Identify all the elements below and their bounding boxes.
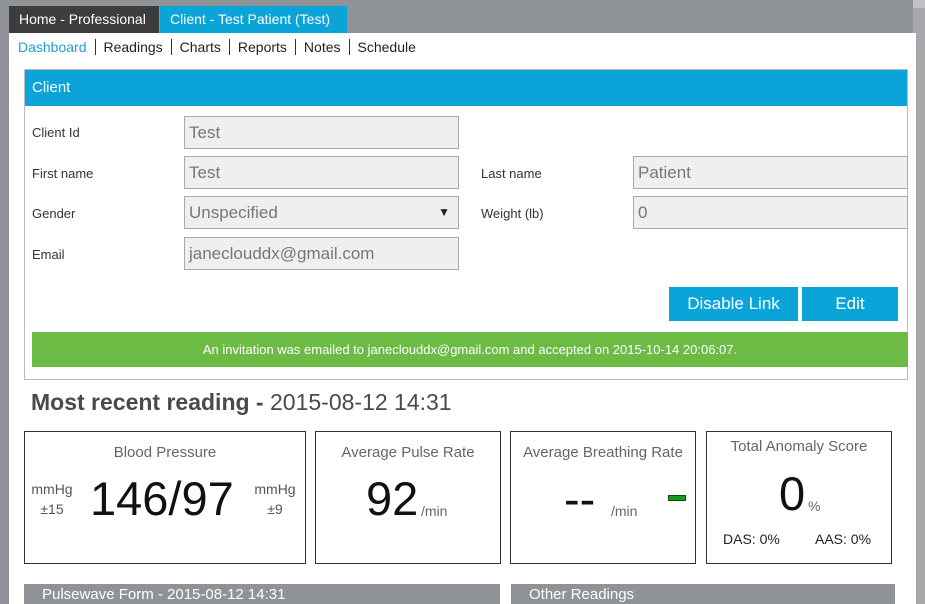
diastolic-tolerance: ±9	[267, 501, 283, 517]
client-id-label: Client Id	[32, 125, 80, 140]
systolic-tolerance: ±15	[40, 501, 64, 517]
top-tab-bar: Home - Professional Client - Test Patien…	[0, 0, 925, 34]
invitation-notice: An invitation was emailed to janeclouddx…	[32, 332, 908, 367]
breathing-rate-title: Average Breathing Rate	[523, 444, 683, 461]
anomaly-score-unit: %	[808, 498, 821, 514]
weight-field[interactable]: 0	[633, 196, 908, 229]
subnav-notes[interactable]: Notes	[294, 39, 349, 55]
client-id-field[interactable]: Test	[184, 116, 459, 149]
anomaly-score-card: Total Anomaly Score 0 % DAS: 0% AAS: 0%	[706, 431, 892, 564]
pulse-rate-value: 92	[366, 472, 419, 525]
breathing-rate-unit: /min	[611, 503, 638, 519]
recent-reading-datetime: 2015-08-12 14:31	[270, 389, 452, 415]
first-name-field[interactable]: Test	[184, 156, 459, 189]
email-field[interactable]: janeclouddx@gmail.com	[184, 237, 459, 270]
diastolic-unit-label: mmHg	[254, 481, 296, 497]
client-section: Client Client Id Test First name Test La…	[24, 69, 908, 380]
tab-client-test-patient[interactable]: Client - Test Patient (Test)	[160, 6, 347, 33]
scroll-up-button[interactable]	[913, 0, 925, 8]
main-panel: Dashboard Readings Charts Reports Notes …	[9, 33, 916, 604]
anomaly-score-title: Total Anomaly Score	[730, 438, 868, 455]
edit-button[interactable]: Edit	[802, 287, 898, 321]
tab-home-professional[interactable]: Home - Professional	[9, 6, 159, 33]
last-name-label: Last name	[481, 166, 542, 181]
systolic-unit-label: mmHg	[31, 481, 73, 497]
subnav-schedule[interactable]: Schedule	[348, 39, 424, 55]
breathing-rate-card: Average Breathing Rate -- /min	[510, 431, 696, 564]
pulse-rate-title: Average Pulse Rate	[341, 444, 475, 461]
breathing-rate-value: --	[564, 472, 596, 525]
pulsewave-form-header: Pulsewave Form - 2015-08-12 14:31	[24, 584, 500, 604]
aas-score: AAS: 0%	[815, 531, 872, 547]
gender-label: Gender	[32, 206, 76, 221]
first-name-label: First name	[32, 166, 94, 181]
systolic-unit: mmHg ±15	[28, 479, 76, 519]
blood-pressure-card: Blood Pressure mmHg ±15 146/97 mmHg ±9	[24, 431, 306, 564]
pulse-rate-card: Average Pulse Rate 92 /min	[315, 431, 501, 564]
other-readings-header: Other Readings	[511, 584, 895, 604]
anomaly-score-value: 0	[779, 467, 806, 520]
subnav-readings[interactable]: Readings	[94, 39, 171, 55]
recent-reading-label: Most recent reading -	[31, 389, 264, 415]
beta-badge-icon	[668, 495, 686, 501]
disable-link-button[interactable]: Disable Link	[669, 287, 798, 321]
blood-pressure-title: Blood Pressure	[113, 444, 217, 461]
last-name-field[interactable]: Patient	[633, 156, 908, 189]
subnav-charts[interactable]: Charts	[170, 39, 229, 55]
sub-navigation: Dashboard Readings Charts Reports Notes …	[9, 33, 916, 61]
gender-value: Unspecified	[189, 203, 278, 222]
pulse-rate-unit: /min	[421, 503, 448, 519]
gender-select[interactable]: Unspecified ▼	[184, 196, 459, 229]
email-label: Email	[32, 247, 65, 262]
subnav-dashboard[interactable]: Dashboard	[12, 39, 95, 55]
weight-label: Weight (lb)	[481, 206, 544, 221]
recent-reading-title: Most recent reading - 2015-08-12 14:31	[31, 389, 452, 416]
diastolic-unit: mmHg ±9	[251, 479, 299, 519]
das-score: DAS: 0%	[723, 531, 780, 547]
subnav-reports[interactable]: Reports	[228, 39, 295, 55]
chevron-down-icon: ▼	[438, 205, 450, 219]
blood-pressure-value: 146/97	[90, 472, 234, 525]
client-header: Client	[25, 70, 907, 106]
